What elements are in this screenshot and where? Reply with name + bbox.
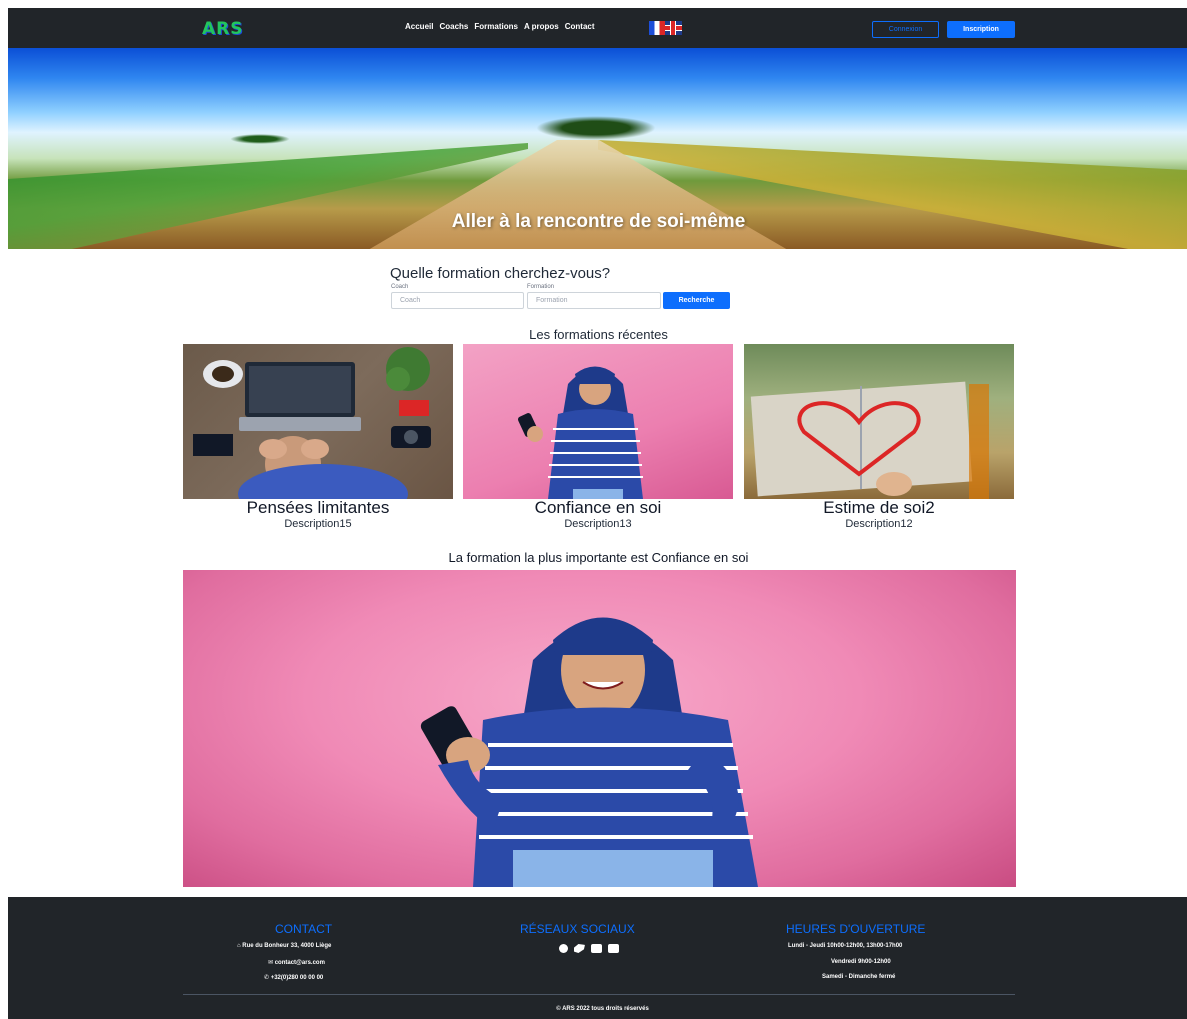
nav-links: Accueil Coachs Formations A propos Conta… <box>405 22 595 31</box>
footer-hours-heading: HEURES D'OUVERTURE <box>786 922 926 936</box>
home-icon: ⌂ <box>237 943 241 949</box>
featured-title: La formation la plus importante est Conf… <box>448 550 749 565</box>
featured-image[interactable] <box>183 570 1016 887</box>
card-title-estime[interactable]: Estime de soi2 <box>739 498 1019 518</box>
card-image-pensees[interactable] <box>183 344 453 499</box>
footer-divider <box>183 994 1015 995</box>
nav-link-formations[interactable]: Formations <box>474 22 518 31</box>
footer-phone[interactable]: ✆ +32(0)280 00 00 00 <box>264 974 323 981</box>
card-description-estime: Description12 <box>845 518 913 530</box>
card-title-pensees[interactable]: Pensées limitantes <box>178 498 458 518</box>
card-image-confiance[interactable] <box>463 344 733 499</box>
footer-contact-heading: CONTACT <box>275 922 333 936</box>
phone-icon: ✆ <box>264 975 270 981</box>
woman-illustration-large <box>420 617 758 887</box>
french-flag-icon[interactable] <box>649 21 665 35</box>
desk-illustration <box>193 347 431 499</box>
nav-link-coachs[interactable]: Coachs <box>439 22 468 31</box>
signup-button[interactable]: Inscription <box>947 21 1015 38</box>
coach-label: Coach <box>391 284 409 290</box>
footer-address: ⌂ Rue du Bonheur 33, 4000 Liège <box>237 943 331 949</box>
card-description-pensees: Description15 <box>284 518 352 530</box>
linkedin-icon[interactable] <box>591 944 602 953</box>
footer-hours-line-3: Samedi - Dimanche fermé <box>822 974 896 980</box>
navbar: ARS Accueil Coachs Formations A propos C… <box>8 8 1187 48</box>
login-button[interactable]: Connexion <box>872 21 939 38</box>
hero-tree-small <box>230 134 290 144</box>
formation-input[interactable]: Formation <box>527 292 661 309</box>
hero-title: Aller à la rencontre de soi-même <box>451 211 746 232</box>
youtube-icon[interactable] <box>608 944 619 953</box>
envelope-icon: ✉ <box>268 960 274 966</box>
search-title: Quelle formation cherchez-vous? <box>390 265 611 282</box>
nav-link-contact[interactable]: Contact <box>565 22 595 31</box>
english-flag-icon[interactable] <box>665 21 682 35</box>
logo[interactable]: ARS <box>202 19 244 39</box>
search-button[interactable]: Recherche <box>663 292 730 309</box>
footer: CONTACT ⌂ Rue du Bonheur 33, 4000 Liège … <box>8 897 1187 1019</box>
footer-hours-line-1: Lundi - Jeudi 10h00-12h00, 13h00-17h00 <box>788 943 903 949</box>
card-image-estime[interactable] <box>744 344 1014 499</box>
card-title-confiance[interactable]: Confiance en soi <box>458 498 738 518</box>
coach-input[interactable]: Coach <box>391 292 524 309</box>
formation-label: Formation <box>527 284 555 290</box>
social-icons <box>559 944 619 953</box>
notebook-heart-illustration <box>750 381 989 499</box>
footer-hours-line-2: Vendredi 9h00-12h00 <box>831 959 891 965</box>
recent-section-title: Les formations récentes <box>529 327 668 342</box>
twitter-icon[interactable] <box>574 944 585 953</box>
footer-address-text: Rue du Bonheur 33, 4000 Liège <box>242 943 332 949</box>
woman-illustration-small <box>517 366 643 499</box>
nav-link-accueil[interactable]: Accueil <box>405 22 433 31</box>
footer-copyright: © ARS 2022 tous droits réservés <box>556 1006 649 1012</box>
footer-email-text[interactable]: contact@ars.com <box>275 960 325 966</box>
card-description-confiance: Description13 <box>564 518 632 530</box>
language-flag-icon[interactable] <box>649 21 682 35</box>
nav-link-apropos[interactable]: A propos <box>524 22 559 31</box>
facebook-icon[interactable] <box>559 944 568 953</box>
footer-email[interactable]: ✉ contact@ars.com <box>268 959 325 966</box>
footer-social-heading: RÉSEAUX SOCIAUX <box>520 922 635 936</box>
hero-banner: Aller à la rencontre de soi-même <box>8 48 1187 249</box>
footer-phone-text[interactable]: +32(0)280 00 00 00 <box>271 975 324 981</box>
hero-tree <box>536 116 656 140</box>
